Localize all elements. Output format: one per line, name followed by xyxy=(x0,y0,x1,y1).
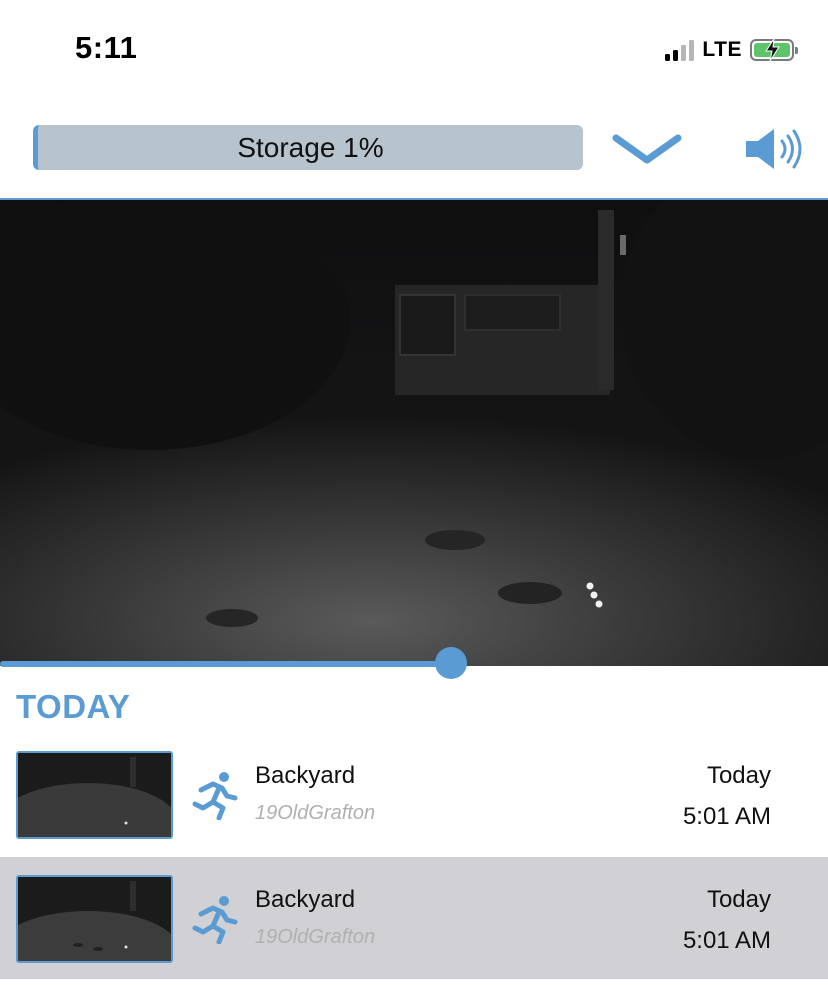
storage-indicator[interactable]: Storage 1% xyxy=(33,125,583,170)
section-title: TODAY xyxy=(16,688,131,725)
toolbar: Storage 1% xyxy=(0,100,828,200)
status-time: 5:11 xyxy=(75,30,138,65)
motion-run-icon xyxy=(192,772,238,820)
cell-signal-icon xyxy=(665,39,695,61)
event-thumbnail xyxy=(16,875,173,963)
event-camera-name: Backyard xyxy=(255,762,356,789)
network-type: LTE xyxy=(702,38,742,61)
playback-scrubber[interactable] xyxy=(0,647,828,679)
event-location: 19OldGrafton xyxy=(255,802,376,824)
speaker-icon[interactable] xyxy=(742,125,807,173)
event-thumbnail xyxy=(16,751,173,839)
storage-label: Storage 1% xyxy=(237,132,384,163)
event-time: 5:01 AM xyxy=(682,803,771,830)
event-location: 19OldGrafton xyxy=(255,926,376,948)
charging-bolt-icon xyxy=(765,39,780,61)
event-camera-name: Backyard xyxy=(255,886,356,913)
scrubber-handle[interactable] xyxy=(435,647,467,679)
event-time: 5:01 AM xyxy=(682,927,771,954)
status-bar: 5:11 LTE xyxy=(0,0,828,100)
video-player[interactable] xyxy=(0,200,828,666)
event-day: Today xyxy=(706,762,771,789)
status-indicators: LTE xyxy=(665,36,798,64)
event-row-selected[interactable]: Backyard 19OldGrafton Today 5:01 AM xyxy=(0,857,828,979)
camera-frame xyxy=(0,200,828,666)
event-day: Today xyxy=(706,886,771,913)
motion-run-icon xyxy=(192,896,238,944)
scrubber-progress xyxy=(0,661,451,667)
event-row[interactable]: Backyard 19OldGrafton Today 5:01 AM xyxy=(0,735,828,857)
chevron-down-icon[interactable] xyxy=(612,130,682,170)
battery-icon xyxy=(750,39,798,61)
